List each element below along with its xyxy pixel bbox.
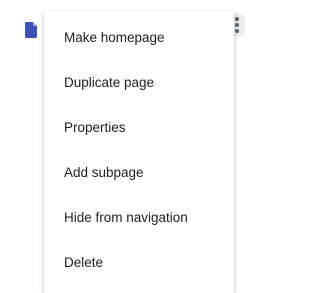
menu-item-label: Add subpage	[64, 165, 144, 180]
page-context-menu: Make homepage Duplicate page Properties …	[44, 11, 234, 293]
menu-item-delete[interactable]: Delete	[44, 240, 234, 285]
page-icon[interactable]	[25, 22, 37, 38]
menu-item-label: Make homepage	[64, 30, 165, 45]
menu-item-label: Delete	[64, 255, 104, 270]
menu-item-add-subpage[interactable]: Add subpage	[44, 150, 234, 195]
menu-item-label: Duplicate page	[64, 75, 155, 90]
page-context-area: Make homepage Duplicate page Properties …	[0, 0, 249, 293]
kebab-dot	[235, 29, 239, 33]
kebab-dot	[235, 17, 239, 21]
menu-item-hide-from-navigation[interactable]: Hide from navigation	[44, 195, 234, 240]
menu-item-label: Hide from navigation	[64, 210, 188, 225]
menu-item-label: Properties	[64, 120, 126, 135]
menu-item-duplicate-page[interactable]: Duplicate page	[44, 60, 234, 105]
menu-item-properties[interactable]: Properties	[44, 105, 234, 150]
kebab-dot	[235, 23, 239, 27]
menu-item-make-homepage[interactable]: Make homepage	[44, 15, 234, 60]
